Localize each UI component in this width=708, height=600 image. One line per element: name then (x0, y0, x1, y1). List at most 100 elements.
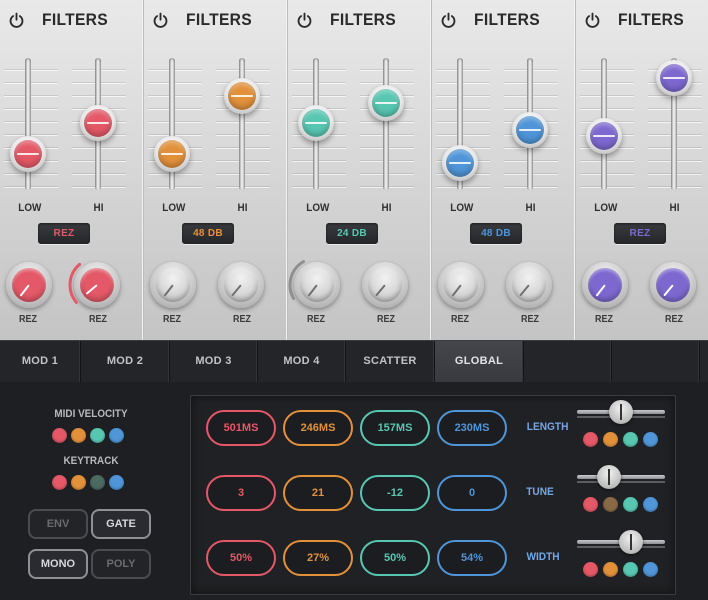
length-value-4[interactable]: 230MS (437, 410, 507, 446)
low-label: LOW (162, 202, 186, 214)
source-dot[interactable] (109, 475, 124, 490)
source-dot[interactable] (603, 497, 618, 512)
tab-global[interactable]: GLOBAL (435, 341, 524, 382)
source-dot[interactable] (52, 475, 67, 490)
hi-slider-handle[interactable] (224, 78, 260, 114)
filter-type-badge[interactable]: REZ (38, 223, 90, 244)
low-slider-handle[interactable] (154, 136, 190, 172)
length-source-dots (583, 432, 658, 447)
length-value-3[interactable]: 157MS (360, 410, 430, 446)
length-value-2[interactable]: 246MS (283, 410, 353, 446)
power-icon[interactable] (440, 12, 457, 29)
gate-button[interactable]: GATE (91, 509, 151, 539)
source-dot[interactable] (90, 428, 105, 443)
env-button[interactable]: ENV (28, 509, 88, 539)
hi-slider-handle[interactable] (368, 85, 404, 121)
filter-type-badge[interactable]: REZ (614, 223, 666, 244)
rez-knob-1[interactable] (150, 262, 196, 308)
rez-knob-1-label: REZ (163, 314, 181, 325)
keytrack-dots (52, 475, 124, 490)
tab-mod-3[interactable]: MOD 3 (170, 341, 258, 382)
width-value-2[interactable]: 27% (283, 540, 353, 576)
hi-slider-handle[interactable] (80, 105, 116, 141)
slider-thumb[interactable] (597, 465, 621, 489)
power-icon[interactable] (296, 12, 313, 29)
filter-type-badge[interactable]: 48 DB (470, 223, 522, 244)
rez-knob-1[interactable] (6, 262, 52, 308)
rez-knob-1-label: REZ (19, 314, 37, 325)
knob-mod-arc (68, 262, 82, 304)
global-panel: MIDI VELOCITY KEYTRACK ENV GATE MONO POL… (0, 382, 708, 600)
power-icon[interactable] (584, 12, 601, 29)
filter-type-badge[interactable]: 48 DB (182, 223, 234, 244)
source-dot[interactable] (52, 428, 67, 443)
tune-value-2[interactable]: 21 (283, 475, 353, 511)
filter-title: FILTERS (330, 10, 396, 29)
hi-slider-track[interactable] (383, 58, 389, 190)
tune-value-4[interactable]: 0 (437, 475, 507, 511)
rez-knob-2-label: REZ (377, 314, 395, 325)
rez-knob-1[interactable] (438, 262, 484, 308)
low-slider-handle[interactable] (442, 145, 478, 181)
source-dot[interactable] (583, 497, 598, 512)
tab-mod-2[interactable]: MOD 2 (81, 341, 170, 382)
rez-knob-2[interactable] (506, 262, 552, 308)
rez-knob-2[interactable] (362, 262, 408, 308)
length-value-1[interactable]: 501MS (206, 410, 276, 446)
width-mod-slider[interactable] (577, 530, 665, 554)
filter-title: FILTERS (42, 10, 108, 29)
tune-value-3[interactable]: -12 (360, 475, 430, 511)
length-mod-slider[interactable] (577, 400, 665, 424)
low-slider-handle[interactable] (298, 105, 334, 141)
source-dot[interactable] (71, 428, 86, 443)
hi-label: HI (237, 202, 248, 214)
slider-thumb[interactable] (619, 530, 643, 554)
source-dot[interactable] (583, 562, 598, 577)
hi-slider-handle[interactable] (512, 112, 548, 148)
rez-knob-1[interactable] (582, 262, 628, 308)
tab-empty-7[interactable] (612, 341, 700, 382)
source-dot[interactable] (71, 475, 86, 490)
width-value-3[interactable]: 50% (360, 540, 430, 576)
source-dot[interactable] (603, 432, 618, 447)
low-slider-handle[interactable] (586, 118, 622, 154)
rez-knob-2[interactable] (650, 262, 696, 308)
source-dot[interactable] (623, 432, 638, 447)
source-dot[interactable] (643, 497, 658, 512)
source-dot[interactable] (643, 562, 658, 577)
source-dot[interactable] (90, 475, 105, 490)
hi-slider-handle[interactable] (656, 60, 692, 96)
tab-scatter[interactable]: SCATTER (346, 341, 435, 382)
slider-thumb[interactable] (609, 400, 633, 424)
source-dot[interactable] (583, 432, 598, 447)
source-dot[interactable] (603, 562, 618, 577)
poly-button[interactable]: POLY (91, 549, 151, 579)
tune-source-dots (583, 497, 658, 512)
mod-tabs: MOD 1 MOD 2 MOD 3 MOD 4 SCATTER GLOBAL (0, 340, 708, 382)
tune-mod-slider[interactable] (577, 465, 665, 489)
tune-label: TUNE (526, 486, 554, 498)
slider-rail-shadow (577, 481, 665, 483)
source-dot[interactable] (109, 428, 124, 443)
power-icon[interactable] (8, 12, 25, 29)
width-label: WIDTH (526, 551, 560, 563)
width-source-dots (583, 562, 658, 577)
source-dot[interactable] (643, 432, 658, 447)
tune-value-1[interactable]: 3 (206, 475, 276, 511)
tab-mod-4[interactable]: MOD 4 (258, 341, 346, 382)
midi-velocity-dots (52, 428, 124, 443)
low-label: LOW (18, 202, 42, 214)
filters-section: FILTERS LOW HI REZ REZ REZ FILTERS LOW HI 48 DB RE… (0, 0, 708, 340)
filter-header: FILTERS (296, 8, 402, 32)
rez-knob-2[interactable] (218, 262, 264, 308)
filter-type-badge[interactable]: 24 DB (326, 223, 378, 244)
tab-empty-6[interactable] (524, 341, 612, 382)
tab-mod-1[interactable]: MOD 1 (0, 341, 81, 382)
mono-button[interactable]: MONO (28, 549, 88, 579)
source-dot[interactable] (623, 562, 638, 577)
width-value-1[interactable]: 50% (206, 540, 276, 576)
source-dot[interactable] (623, 497, 638, 512)
width-value-4[interactable]: 54% (437, 540, 507, 576)
low-slider-handle[interactable] (10, 136, 46, 172)
power-icon[interactable] (152, 12, 169, 29)
